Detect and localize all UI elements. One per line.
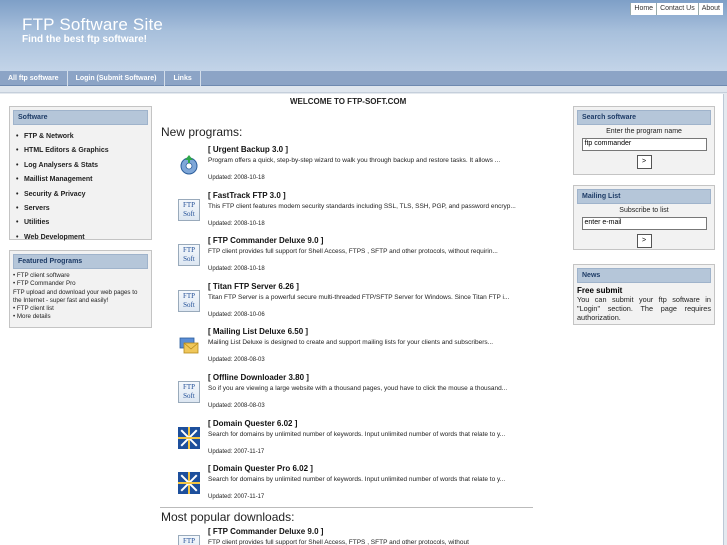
mailing-box-title: Mailing List <box>577 189 711 204</box>
category-ftp-network[interactable]: • FTP & Network <box>16 130 151 144</box>
program-updated-date: Updated: 2007-11-17 <box>208 448 265 455</box>
featured-description: the Internet - super fast and easily! <box>13 296 109 304</box>
site-tagline: Find the best ftp software! <box>22 34 147 45</box>
welcome-heading: WELCOME TO FTP-SOFT.COM <box>290 97 407 106</box>
search-box-title: Search software <box>577 110 711 125</box>
category-html-editors[interactable]: • HTML Editors & Graphics <box>16 144 151 158</box>
program-description: So if you are viewing a large website wi… <box>208 385 508 392</box>
software-category-list: • FTP & Network • HTML Editors & Graphics … <box>10 128 151 245</box>
news-box-title: News <box>577 268 711 283</box>
program-title-link[interactable]: [ Mailing List Deluxe 6.50 ] <box>208 327 308 336</box>
ftp-soft-logo: FTPSoft <box>178 244 200 267</box>
featured-description: FTP upload and download your web pages t… <box>13 288 138 296</box>
divider <box>160 507 533 508</box>
ftp-soft-icon: FTPSoft <box>178 244 200 267</box>
new-programs-title: New programs: <box>161 125 243 139</box>
program-title-link[interactable]: [ Domain Quester 6.02 ] <box>208 419 297 428</box>
category-servers[interactable]: • Servers <box>16 202 151 216</box>
program-title-link[interactable]: [ Titan FTP Server 6.26 ] <box>208 282 299 291</box>
featured-programs-box: Featured Programs • FTP client software … <box>9 250 152 328</box>
popular-downloads-title: Most popular downloads: <box>161 510 295 524</box>
program-title-link[interactable]: [ FTP Commander Deluxe 9.0 ] <box>208 236 323 245</box>
news-box: News Free submit You can submit your ftp… <box>573 264 715 325</box>
ftp-soft-icon: FTPSoft <box>178 198 200 221</box>
category-utilities[interactable]: • Utilities <box>16 216 151 230</box>
program-description: FTP client provides full support for She… <box>208 539 469 545</box>
mailing-list-box: Mailing List Subscribe to list enter e-m… <box>573 185 715 250</box>
category-log-analysers[interactable]: • Log Analysers & Stats <box>16 159 151 173</box>
sub-bar <box>0 86 727 93</box>
program-updated-date: Updated: 2007-11-17 <box>208 494 265 501</box>
program-updated-date: Updated: 2008-10-18 <box>208 175 265 181</box>
subscribe-button[interactable]: > <box>636 234 652 248</box>
domain-star-icon <box>178 426 200 449</box>
news-text: You can submit your ftp software in "Log… <box>577 295 711 322</box>
featured-link-more-details[interactable]: • More details <box>10 313 151 321</box>
ftp-soft-logo: FTPSoft <box>178 535 200 545</box>
nav-login-submit[interactable]: Login (Submit Software) <box>68 71 166 86</box>
program-title-link[interactable]: [ Offline Downloader 3.80 ] <box>208 373 309 382</box>
program-updated-date: Updated: 2008-10-18 <box>208 220 265 227</box>
contact-us-link[interactable]: Contact Us <box>656 3 698 15</box>
featured-box-title: Featured Programs <box>13 254 148 269</box>
program-description: Mailing List Deluxe is designed to creat… <box>208 339 494 347</box>
about-link[interactable]: About <box>697 3 723 15</box>
site-header: FTP Software Site Find the best ftp soft… <box>0 0 727 71</box>
featured-link-ftp-client-list[interactable]: • FTP client list <box>10 305 151 313</box>
program-updated-date: Updated: 2008-08-03 <box>208 357 265 364</box>
program-title-link[interactable]: [ FastTrack FTP 3.0 ] <box>208 191 286 200</box>
category-web-development[interactable]: • Web Development <box>16 231 151 245</box>
nav-bar: All ftp software Login (Submit Software)… <box>0 71 727 86</box>
program-updated-date: Updated: 2008-10-06 <box>208 311 265 318</box>
search-box: Search software Enter the program name f… <box>573 106 715 175</box>
ftp-soft-logo-text: FTP <box>182 291 196 300</box>
program-title-link[interactable]: [ Urgent Backup 3.0 ] <box>208 145 288 154</box>
domain-star-icon <box>178 472 200 495</box>
program-description: Titan FTP Server is a powerful secure mu… <box>208 293 510 301</box>
search-label: Enter the program name <box>606 128 682 135</box>
ftp-soft-logo: FTPSoft <box>178 198 200 221</box>
featured-link-ftp-client[interactable]: • FTP client software <box>10 272 151 280</box>
ftp-soft-logo: FTPSoft <box>178 289 200 312</box>
ftp-soft-icon: FTPSoft <box>178 535 200 545</box>
program-updated-date: Updated: 2008-10-18 <box>208 266 265 273</box>
search-submit-button[interactable]: > <box>636 155 652 169</box>
ftp-soft-logo-text: Soft <box>183 209 195 218</box>
ftp-soft-logo-text: FTP <box>182 537 196 545</box>
ftp-soft-logo-text: FTP <box>182 383 196 391</box>
software-box-title: Software <box>13 110 148 125</box>
program-description: Search for domains by unlimited number o… <box>208 476 506 484</box>
ftp-soft-icon: FTPSoft <box>178 289 200 312</box>
nav-links[interactable]: Links <box>165 71 201 86</box>
category-maillist[interactable]: • Maillist Management <box>16 173 151 187</box>
ftp-soft-logo: FTPSoft <box>178 381 200 403</box>
home-link[interactable]: Home <box>630 3 656 15</box>
email-input[interactable]: enter e-mail <box>581 217 707 230</box>
backup-disk-icon <box>178 153 200 175</box>
ftp-soft-logo-text: Soft <box>183 392 195 400</box>
site-title[interactable]: FTP Software Site <box>22 15 163 35</box>
program-title-link[interactable]: [ FTP Commander Deluxe 9.0 ] <box>208 527 323 536</box>
search-input[interactable]: ftp commander <box>581 138 707 151</box>
program-description: This FTP client features modem security … <box>208 202 516 210</box>
mailing-list-icon <box>178 335 200 357</box>
top-links: Home Contact Us About <box>630 3 723 15</box>
program-updated-date: Updated: 2008-08-03 <box>208 403 265 409</box>
featured-link-ftp-commander-pro[interactable]: • FTP Commander Pro <box>10 280 151 288</box>
ftp-soft-logo-text: Soft <box>183 255 195 264</box>
ftp-soft-logo-text: Soft <box>183 300 195 309</box>
mailing-label: Subscribe to list <box>619 207 669 214</box>
ftp-soft-logo-text: FTP <box>182 200 196 209</box>
program-title-link[interactable]: [ Domain Quester Pro 6.02 ] <box>208 464 313 473</box>
category-security[interactable]: • Security & Privacy <box>16 188 151 202</box>
news-heading: Free submit <box>577 286 623 295</box>
program-description: Program offers a quick, step-by-step wiz… <box>208 157 501 164</box>
ftp-soft-logo-text: FTP <box>182 246 196 255</box>
program-description: Search for domains by unlimited number o… <box>208 430 506 438</box>
program-description: FTP client provides full support for She… <box>208 248 498 256</box>
software-categories-box: Software • FTP & Network • HTML Editors & … <box>9 106 152 241</box>
content-area: Software • FTP & Network • HTML Editors & … <box>0 94 724 545</box>
nav-all-ftp-software[interactable]: All ftp software <box>0 71 68 86</box>
ftp-soft-icon: FTPSoft <box>178 381 200 403</box>
